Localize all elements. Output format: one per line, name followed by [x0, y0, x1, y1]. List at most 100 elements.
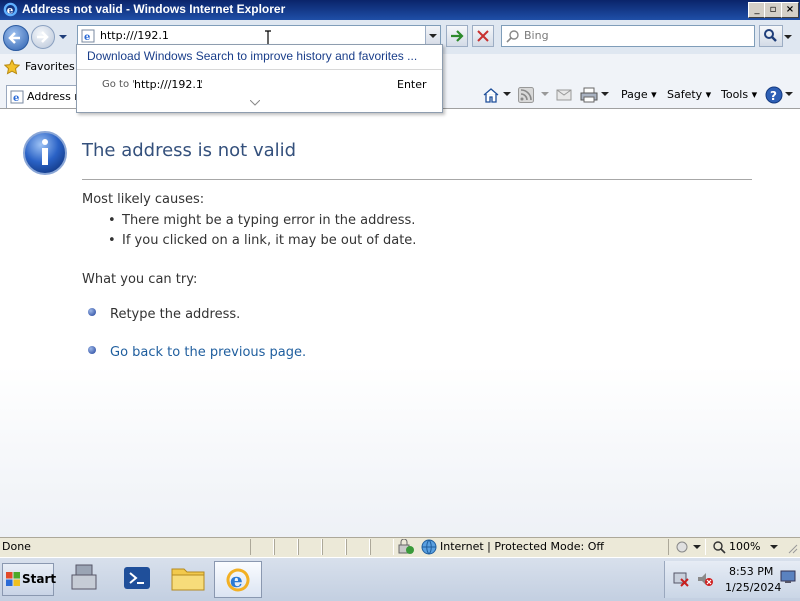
print-icon[interactable] [580, 86, 598, 104]
status-cell [274, 539, 298, 555]
chevron-down-icon[interactable] [785, 92, 793, 98]
folder-icon [171, 568, 205, 591]
enter-label: Enter [397, 78, 427, 91]
back-button[interactable] [3, 25, 29, 51]
recent-pages-dropdown[interactable] [58, 31, 68, 41]
page-icon: e [81, 29, 95, 43]
zoom-level[interactable]: 100% [729, 540, 760, 553]
home-icon[interactable] [482, 86, 500, 104]
window-title: Address not valid - Windows Internet Exp… [22, 2, 286, 16]
svg-text:e: e [7, 4, 14, 16]
zoom-icon[interactable] [712, 540, 726, 554]
cause-bullet: • [108, 213, 116, 228]
zone-settings-icon[interactable] [675, 540, 689, 554]
page-menu[interactable]: Page ▾ [621, 88, 657, 101]
retype-address-text: Retype the address. [110, 307, 241, 322]
star-icon [4, 59, 20, 75]
favorites-label: Favorites [25, 60, 75, 73]
chevron-down-icon [59, 35, 67, 39]
goto-suffix: ' [200, 78, 204, 91]
stop-button[interactable] [472, 25, 494, 47]
cause-bullet: • [108, 233, 116, 248]
svg-text:e: e [84, 32, 90, 43]
title-bar: e Address not valid - Windows Internet E… [0, 0, 800, 20]
go-arrow-icon [451, 30, 464, 42]
search-box[interactable]: Bing [501, 25, 755, 47]
status-cell [346, 539, 370, 555]
go-button[interactable] [446, 25, 468, 47]
search-options-button[interactable] [783, 31, 793, 41]
status-cell [322, 539, 346, 555]
volume-muted-icon[interactable] [696, 571, 714, 587]
tools-menu[interactable]: Tools ▾ [721, 88, 757, 101]
magnifier-icon [764, 29, 777, 42]
chevron-down-icon [429, 34, 437, 38]
search-placeholder: Bing [524, 29, 549, 42]
start-button[interactable]: Start [2, 563, 57, 596]
action-bullet-icon [88, 308, 96, 316]
start-label: Start [22, 572, 57, 586]
tab-label: Address n [27, 90, 82, 103]
page-heading: The address is not valid [82, 140, 297, 161]
chevron-down-icon[interactable] [601, 92, 609, 98]
windows-search-suggestion[interactable]: Download Windows Search to improve histo… [87, 49, 417, 63]
chevron-down-icon [784, 35, 792, 39]
rss-feed-icon[interactable] [518, 87, 534, 103]
status-cell [370, 539, 394, 555]
chevron-down-icon[interactable] [503, 92, 511, 98]
status-cell [298, 539, 322, 555]
search-icon [506, 30, 519, 43]
page-icon: e [10, 90, 24, 104]
security-zone-text: Internet | Protected Mode: Off [440, 540, 604, 553]
address-suggestion-dropdown: Download Windows Search to improve histo… [76, 44, 443, 113]
info-icon [23, 131, 67, 175]
cause-item: There might be a typing error in the add… [122, 213, 416, 228]
expand-chevron-icon[interactable] [250, 100, 260, 107]
svg-text:?: ? [770, 89, 777, 103]
svg-text:e: e [230, 568, 243, 592]
cause-item: If you clicked on a link, it may be out … [122, 233, 417, 248]
goto-url: http:///192.1 [134, 78, 203, 91]
close-button[interactable]: × [781, 2, 799, 18]
goto-url-option[interactable]: Go to ' http:///192.1 ' Enter [77, 71, 442, 97]
server-manager-icon [71, 564, 97, 590]
clock-date[interactable]: 1/25/2024 [725, 581, 781, 594]
taskbar-internet-explorer[interactable]: e [214, 561, 262, 598]
address-dropdown-button[interactable] [425, 26, 440, 46]
go-back-link[interactable]: Go back to the previous page. [110, 345, 306, 360]
chevron-down-icon[interactable] [541, 92, 549, 98]
stop-icon [477, 30, 489, 42]
svg-text:e: e [13, 93, 19, 104]
action-bullet-icon [88, 346, 96, 354]
status-text: Done [2, 540, 31, 553]
forward-arrow-icon [37, 31, 49, 43]
windows-logo-icon [6, 572, 20, 586]
taskbar-explorer[interactable] [166, 561, 210, 596]
forward-button[interactable] [31, 25, 55, 49]
powershell-icon [124, 567, 150, 589]
dropdown-divider [77, 69, 442, 70]
read-mail-icon[interactable] [556, 88, 572, 102]
goto-prefix: Go to ' [102, 79, 136, 90]
action-center-icon[interactable] [672, 571, 690, 587]
taskbar-server-manager[interactable] [64, 561, 108, 596]
safety-menu[interactable]: Safety ▾ [667, 88, 711, 101]
help-icon[interactable]: ? [765, 86, 783, 104]
taskbar-powershell[interactable] [115, 561, 159, 596]
internet-explorer-icon: e [226, 568, 250, 592]
address-input[interactable]: http:///192.1 [100, 29, 169, 42]
chevron-down-icon[interactable] [693, 545, 701, 551]
resize-grip-icon[interactable] [786, 542, 798, 554]
divider [82, 179, 752, 180]
security-status-icon[interactable] [397, 539, 415, 555]
maximize-button[interactable]: ▫ [764, 2, 782, 18]
page-content [0, 109, 800, 537]
clock-time[interactable]: 8:53 PM [729, 565, 773, 578]
show-desktop-icon[interactable] [780, 570, 796, 584]
back-arrow-icon [8, 32, 20, 44]
internet-zone-icon [421, 539, 437, 555]
search-button[interactable] [759, 25, 783, 47]
causes-title: Most likely causes: [82, 192, 205, 207]
status-cell [250, 539, 274, 555]
chevron-down-icon[interactable] [770, 545, 778, 551]
